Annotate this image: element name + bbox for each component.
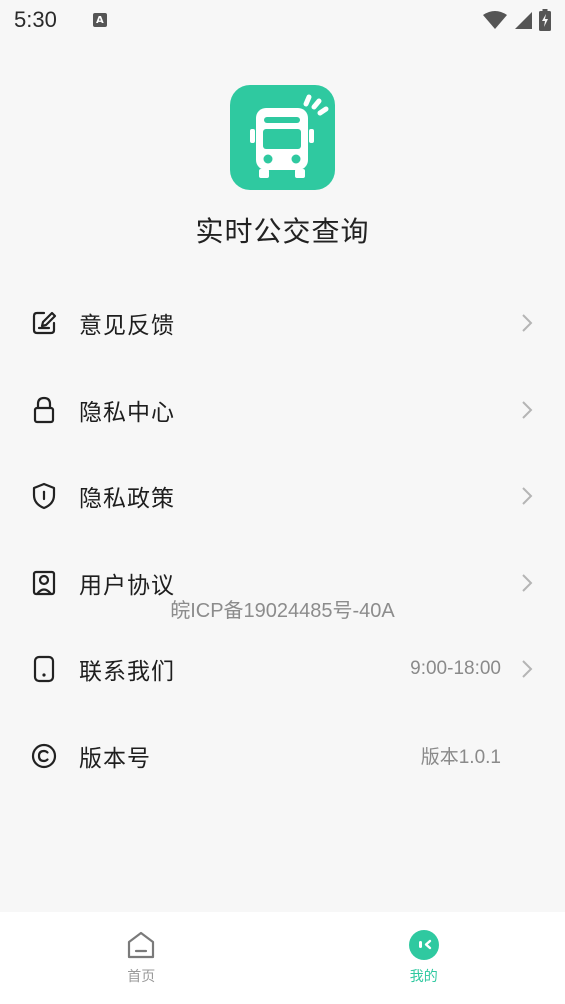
bottom-tab-bar: 首页 我的 bbox=[0, 912, 565, 1004]
icp-record: 皖ICP备19024485号-40A bbox=[170, 600, 395, 622]
signal-icon bbox=[515, 12, 532, 29]
menu-item-privacy-center[interactable]: 隐私中心 bbox=[0, 367, 565, 454]
status-indicators bbox=[483, 9, 551, 31]
chevron-right-icon bbox=[521, 486, 537, 506]
status-time: 5:30 bbox=[14, 7, 57, 32]
settings-menu: 意见反馈 隐私中心 隐私政策 用户协议 联系我们 9:00-18:00 版本号 … bbox=[0, 280, 565, 799]
feedback-icon bbox=[30, 309, 58, 337]
phone-icon bbox=[30, 655, 58, 683]
bus-icon bbox=[250, 94, 329, 178]
tab-mine[interactable]: 我的 bbox=[283, 912, 565, 1004]
notification-icon: A bbox=[92, 13, 107, 27]
app-name: 实时公交查询 bbox=[195, 215, 370, 248]
chevron-right-icon bbox=[521, 400, 537, 420]
shield-icon bbox=[30, 482, 58, 510]
menu-label-feedback: 意见反馈 bbox=[79, 313, 175, 340]
wifi-icon bbox=[483, 11, 507, 29]
chevron-right-icon bbox=[521, 573, 537, 593]
menu-label-contact-us: 联系我们 bbox=[79, 659, 175, 686]
home-icon bbox=[128, 931, 155, 959]
menu-value-contact-us: 9:00-18:00 bbox=[410, 658, 501, 680]
battery-icon bbox=[539, 9, 551, 31]
menu-label-privacy-center: 隐私中心 bbox=[79, 399, 175, 426]
menu-label-version: 版本号 bbox=[79, 745, 151, 772]
app-logo bbox=[230, 85, 335, 190]
tab-mine-label: 我的 bbox=[409, 969, 438, 985]
status-bar: 5:30 A bbox=[0, 0, 565, 40]
tab-home-label: 首页 bbox=[127, 969, 156, 985]
chevron-right-icon bbox=[521, 313, 537, 333]
copyright-icon bbox=[30, 742, 58, 770]
menu-item-feedback[interactable]: 意见反馈 bbox=[0, 280, 565, 367]
menu-item-version: 版本号 版本1.0.1 bbox=[0, 713, 565, 800]
menu-item-privacy-policy[interactable]: 隐私政策 bbox=[0, 453, 565, 540]
tab-home[interactable]: 首页 bbox=[0, 912, 283, 1004]
menu-item-contact-us[interactable]: 联系我们 9:00-18:00 bbox=[0, 626, 565, 713]
user-card-icon bbox=[30, 569, 58, 597]
profile-face-icon bbox=[408, 930, 439, 960]
menu-label-privacy-policy: 隐私政策 bbox=[79, 486, 175, 513]
menu-value-version: 版本1.0.1 bbox=[420, 747, 501, 769]
chevron-right-icon bbox=[521, 659, 537, 679]
lock-icon bbox=[30, 396, 58, 424]
